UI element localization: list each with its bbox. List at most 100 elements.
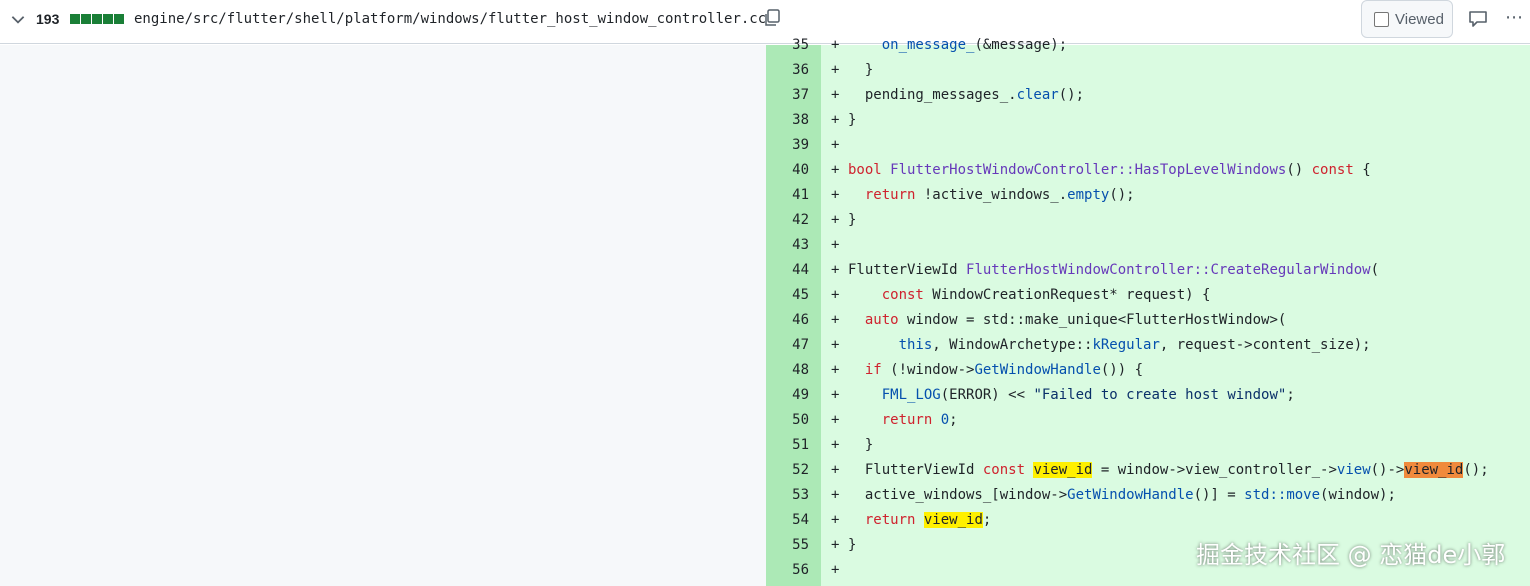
diff-line: 38 +} — [766, 108, 1530, 133]
addition-marker: + — [831, 262, 840, 278]
additions-count: 193 — [36, 11, 60, 27]
diff-line: 42 +} — [766, 208, 1530, 233]
code-text: } — [848, 62, 874, 78]
addition-marker: + — [831, 137, 840, 153]
diffstat-block — [81, 14, 91, 24]
diffstat-block — [103, 14, 113, 24]
comment-icon[interactable] — [1467, 9, 1489, 29]
diff-line: 48 + if (!window->GetWindowHandle()) { — [766, 358, 1530, 383]
code-text: if (!window->GetWindowHandle()) { — [864, 362, 1144, 378]
diff-line: 36 + } — [766, 58, 1530, 83]
code-text: pending_messages_.clear(); — [848, 87, 1085, 103]
line-number[interactable]: 51 — [766, 433, 809, 458]
diff-line: 40 + bool FlutterHostWindowController::Has… — [766, 158, 1530, 183]
line-number[interactable]: 40 — [766, 158, 809, 183]
diff-line: 54 + return view_id; — [766, 508, 1530, 533]
line-number[interactable]: 36 — [766, 58, 809, 83]
diff-line: 53 + active_windows_[window->GetWindowHan… — [766, 483, 1530, 508]
line-number[interactable]: 45 — [766, 283, 809, 308]
viewed-checkbox[interactable] — [1374, 12, 1389, 27]
left-diff-pane — [0, 45, 766, 586]
viewed-label: Viewed — [1395, 11, 1444, 28]
code-text: auto window = std::make_unique<FlutterHo… — [864, 312, 1287, 328]
addition-marker: + — [831, 237, 840, 253]
addition-marker: + — [831, 87, 840, 103]
line-number[interactable]: 35 — [766, 33, 809, 58]
code-text: on_message_(&message); — [881, 37, 1068, 53]
line-number[interactable]: 39 — [766, 133, 809, 158]
code-text: } — [848, 437, 874, 453]
copy-icon[interactable] — [762, 8, 782, 28]
code-text: this, WindowArchetype::kRegular, request… — [898, 337, 1371, 353]
more-options-icon[interactable]: ⋯ — [1505, 8, 1527, 28]
diff-lines: 35 + on_message_(&message); 36 + } 37 + pendi… — [766, 33, 1530, 583]
code-text: const WindowCreationRequest* request) { — [881, 287, 1211, 303]
addition-marker: + — [831, 162, 840, 178]
addition-marker: + — [831, 462, 840, 478]
diff-line: 35 + on_message_(&message); — [766, 33, 1530, 58]
line-number[interactable]: 44 — [766, 258, 809, 283]
code-text: } — [848, 112, 857, 128]
code-text: return !active_windows_.empty(); — [864, 187, 1135, 203]
code-text: return 0; — [881, 412, 958, 428]
line-number[interactable]: 47 — [766, 333, 809, 358]
addition-marker: + — [831, 62, 840, 78]
line-number[interactable]: 54 — [766, 508, 809, 533]
diffstat-block — [70, 14, 80, 24]
chevron-down-icon[interactable] — [9, 10, 27, 28]
addition-marker: + — [831, 562, 840, 578]
code-text: FlutterViewId FlutterHostWindowControlle… — [848, 262, 1380, 278]
addition-marker: + — [831, 437, 840, 453]
line-number[interactable]: 49 — [766, 383, 809, 408]
diff-line: 44 + FlutterViewId FlutterHostWindowContro… — [766, 258, 1530, 283]
addition-marker: + — [831, 412, 840, 428]
diff-line: 46 + auto window = std::make_unique<Flutt… — [766, 308, 1530, 333]
addition-marker: + — [831, 337, 840, 353]
code-text: FlutterViewId const view_id = window->vi… — [848, 462, 1489, 478]
line-number[interactable]: 38 — [766, 108, 809, 133]
addition-marker: + — [831, 187, 840, 203]
diff-line: 37 + pending_messages_.clear(); — [766, 83, 1530, 108]
addition-marker: + — [831, 512, 840, 528]
line-number[interactable]: 37 — [766, 83, 809, 108]
diffstat-block — [114, 14, 124, 24]
watermark: 掘金技术社区 @ 恋猫de小郭 — [1196, 541, 1506, 569]
addition-marker: + — [831, 487, 840, 503]
diffstat-blocks — [70, 14, 125, 24]
line-number[interactable]: 48 — [766, 358, 809, 383]
line-number[interactable]: 56 — [766, 558, 809, 583]
diff-line: 50 + return 0; — [766, 408, 1530, 433]
addition-marker: + — [831, 312, 840, 328]
addition-marker: + — [831, 212, 840, 228]
diff-line: 45 + const WindowCreationRequest* request… — [766, 283, 1530, 308]
addition-marker: + — [831, 37, 840, 53]
line-number[interactable]: 41 — [766, 183, 809, 208]
addition-marker: + — [831, 287, 840, 303]
code-text: bool FlutterHostWindowController::HasTop… — [848, 162, 1371, 178]
diff-line: 41 + return !active_windows_.empty(); — [766, 183, 1530, 208]
addition-marker: + — [831, 537, 840, 553]
file-path[interactable]: engine/src/flutter/shell/platform/window… — [134, 11, 766, 27]
code-text: FML_LOG(ERROR) << "Failed to create host… — [881, 387, 1295, 403]
line-number[interactable]: 46 — [766, 308, 809, 333]
code-text: return view_id; — [864, 512, 992, 528]
addition-marker: + — [831, 362, 840, 378]
diff-line: 51 + } — [766, 433, 1530, 458]
line-number[interactable]: 50 — [766, 408, 809, 433]
diff-line: 49 + FML_LOG(ERROR) << "Failed to create … — [766, 383, 1530, 408]
addition-marker: + — [831, 387, 840, 403]
diff-line: 43 + — [766, 233, 1530, 258]
line-number[interactable]: 55 — [766, 533, 809, 558]
line-number[interactable]: 53 — [766, 483, 809, 508]
line-number[interactable]: 42 — [766, 208, 809, 233]
code-text: } — [848, 537, 857, 553]
diff-line: 52 + FlutterViewId const view_id = window… — [766, 458, 1530, 483]
line-number[interactable]: 52 — [766, 458, 809, 483]
code-text: } — [848, 212, 857, 228]
diff-line: 39 + — [766, 133, 1530, 158]
diffstat-block — [92, 14, 102, 24]
addition-marker: + — [831, 112, 840, 128]
line-number[interactable]: 43 — [766, 233, 809, 258]
diff-line: 47 + this, WindowArchetype::kRegular, req… — [766, 333, 1530, 358]
code-text: active_windows_[window->GetWindowHandle(… — [848, 487, 1396, 503]
